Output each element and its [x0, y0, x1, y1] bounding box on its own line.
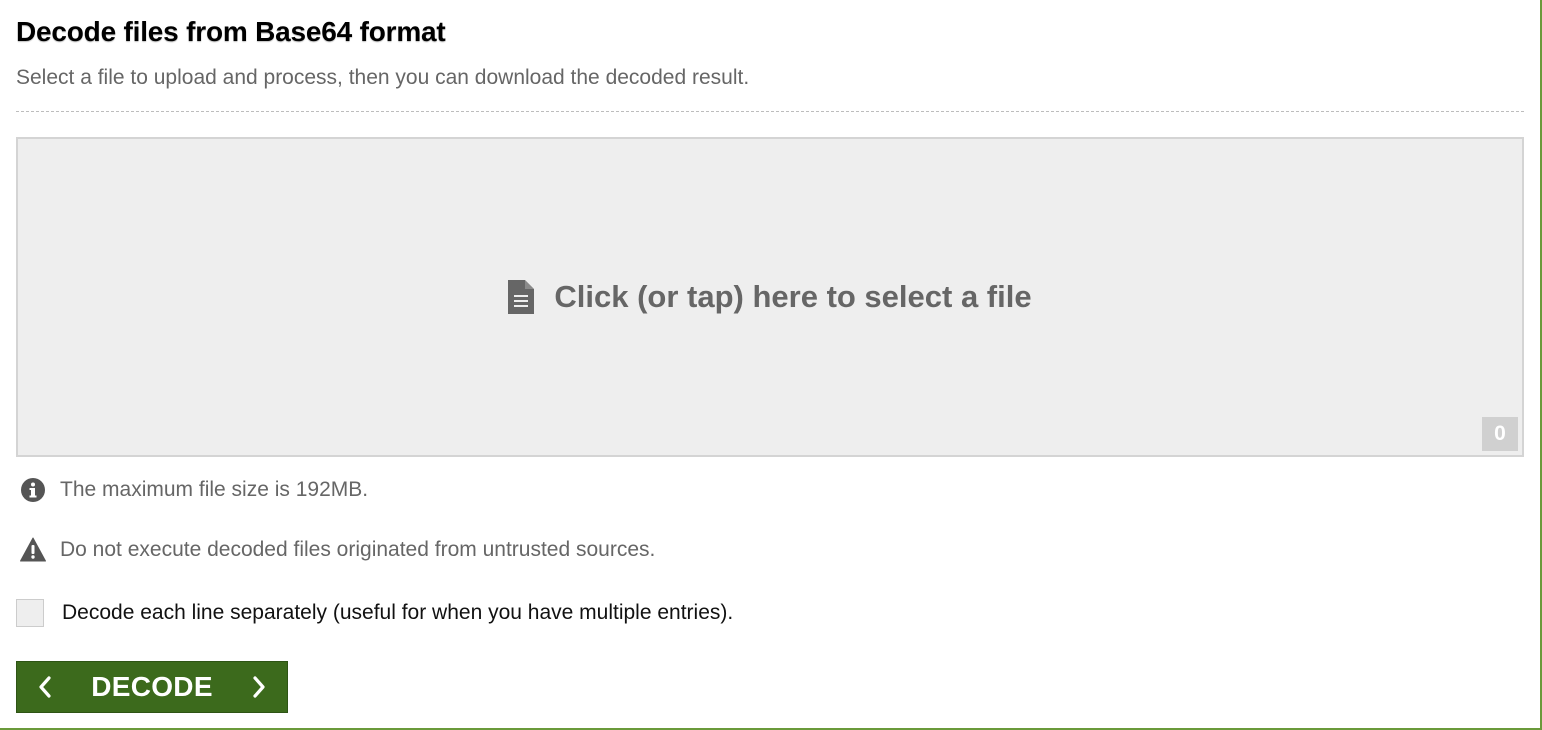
untrusted-warning-note: Do not execute decoded files originated … [20, 537, 655, 563]
info-icon [21, 478, 45, 502]
page-title: Decode files from Base64 format [16, 16, 446, 47]
file-count-badge: 0 [1482, 417, 1518, 451]
decode-lines-label[interactable]: Decode each line separately (useful for … [62, 601, 733, 625]
max-size-note: The maximum file size is 192MB. [20, 477, 368, 503]
file-dropzone[interactable]: Click (or tap) here to select a file 0 [16, 137, 1524, 457]
dropzone-content[interactable]: Click (or tap) here to select a file [18, 279, 1522, 315]
max-size-text: The maximum file size is 192MB. [60, 478, 369, 501]
dashed-divider [16, 111, 1524, 112]
untrusted-warning-text: Do not execute decoded files originated … [60, 538, 656, 561]
chevron-right-icon [253, 676, 265, 698]
warning-icon [20, 537, 46, 562]
decode-button-label[interactable]: DECODE [91, 671, 213, 703]
chevron-left-icon [39, 676, 51, 698]
page-subtitle: Select a file to upload and process, the… [16, 66, 750, 89]
file-icon [508, 280, 535, 314]
page-frame: Decode files from Base64 format Select a… [0, 0, 1542, 730]
decode-lines-checkbox[interactable] [16, 599, 44, 627]
decode-button[interactable]: DECODE [16, 661, 288, 713]
dropzone-label[interactable]: Click (or tap) here to select a file [554, 279, 1031, 315]
decode-lines-option[interactable]: Decode each line separately (useful for … [16, 599, 733, 627]
